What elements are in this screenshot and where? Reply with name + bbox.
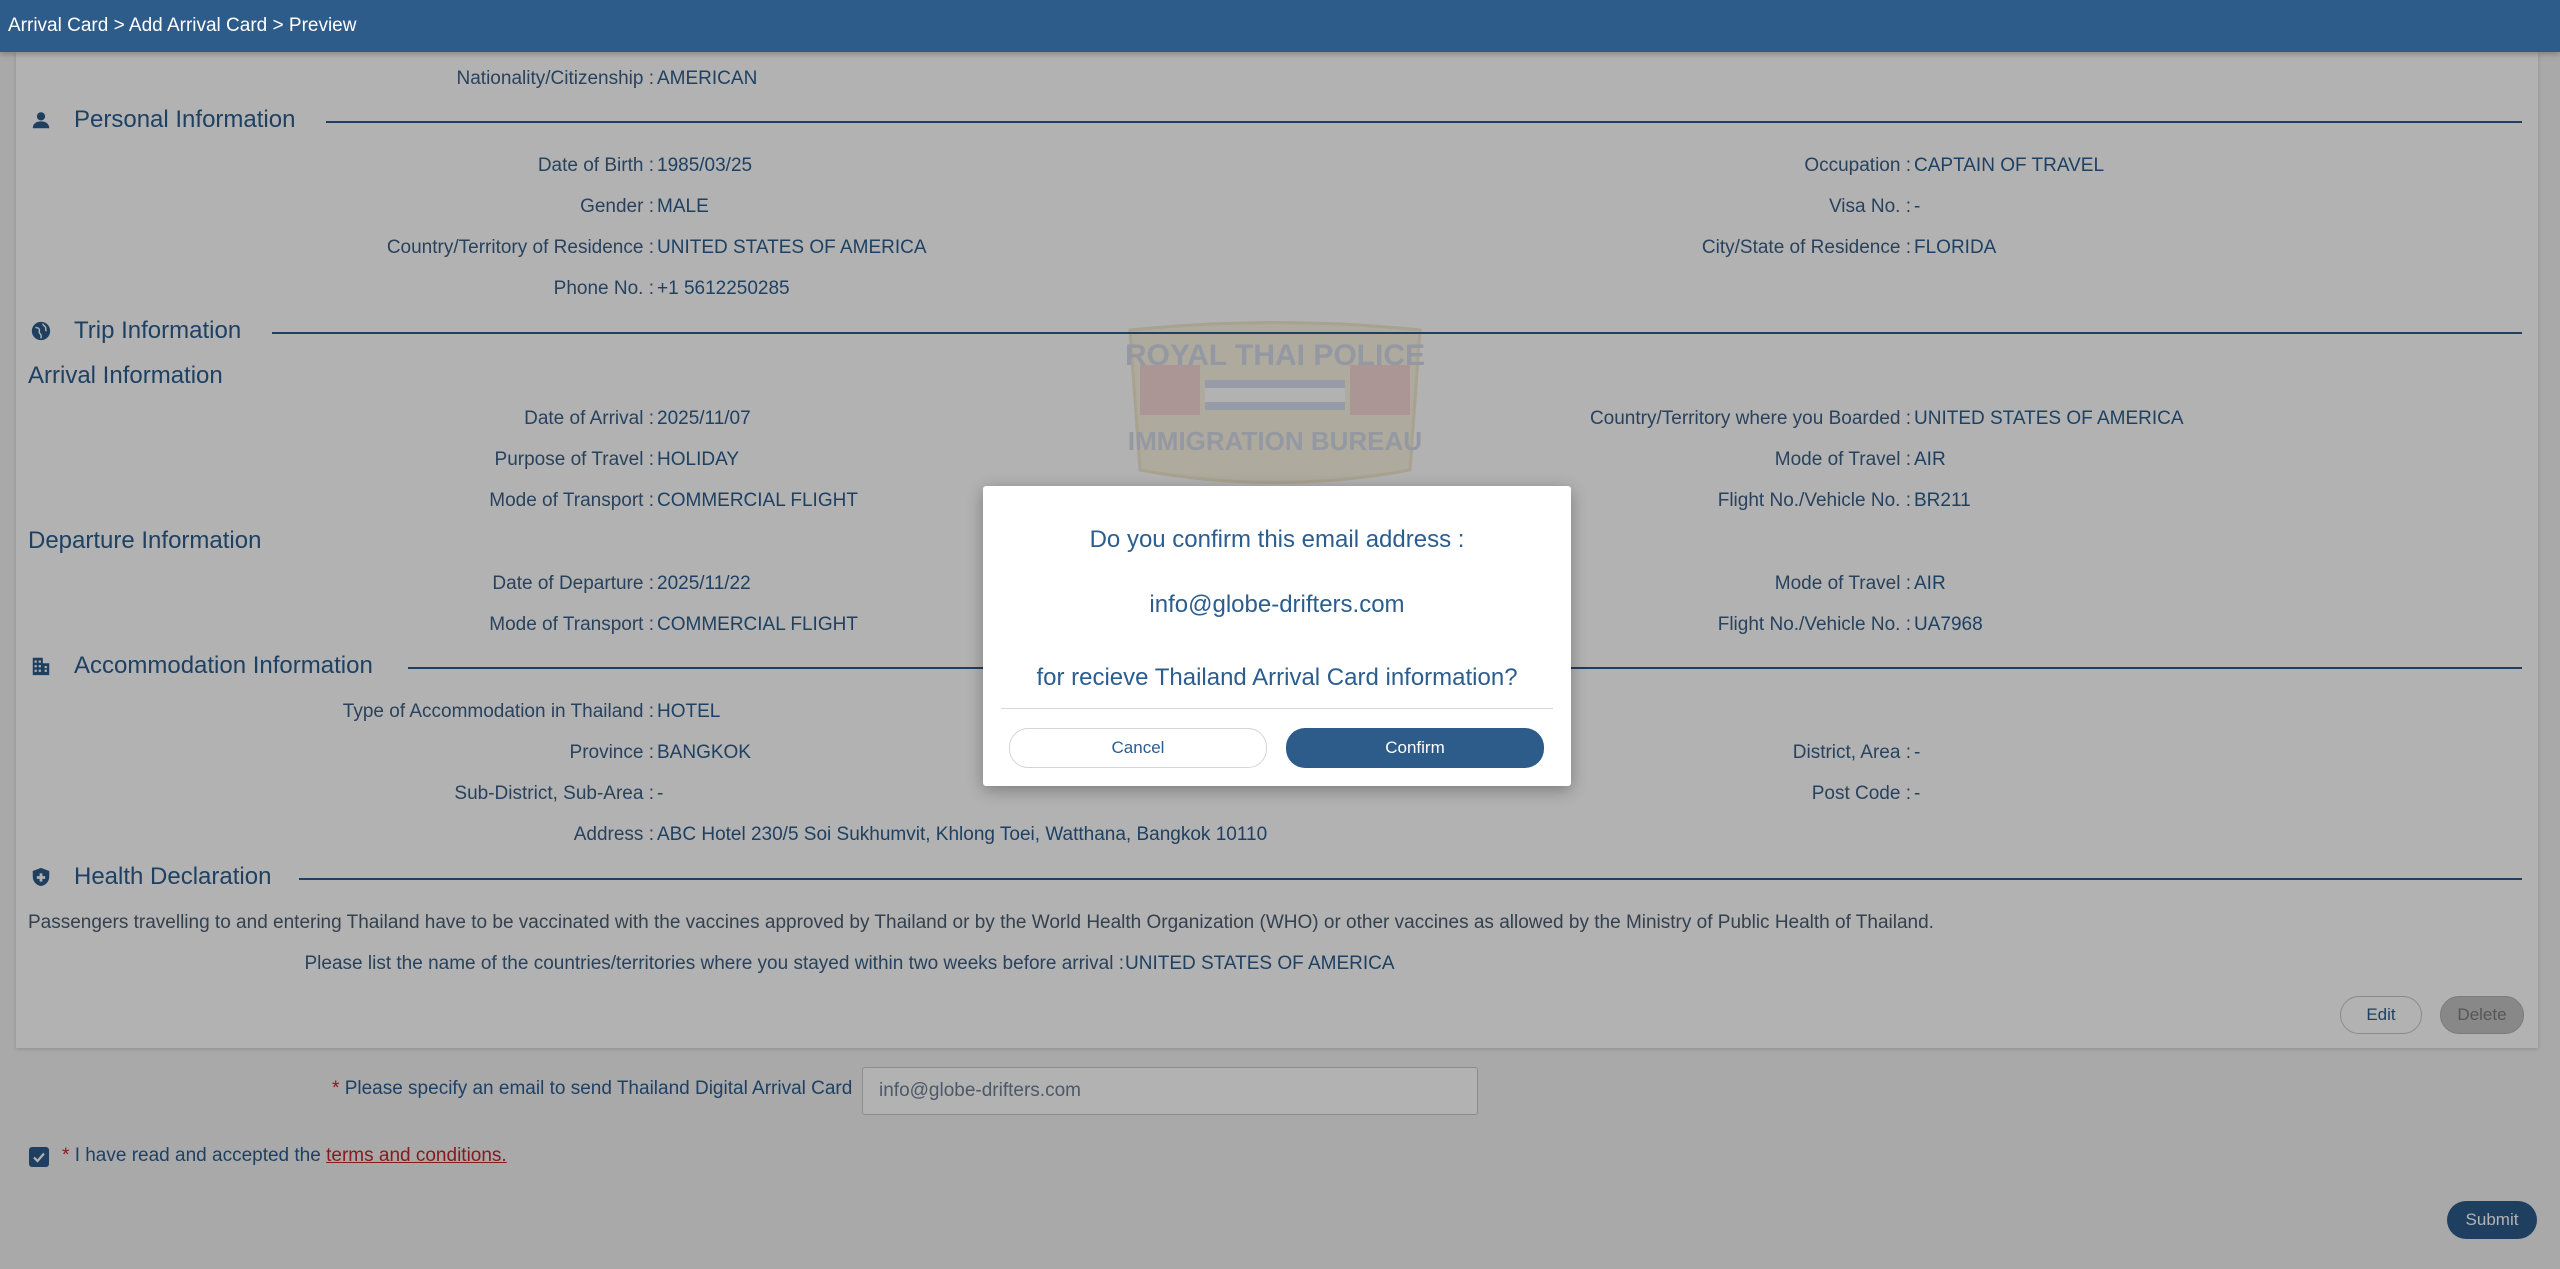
top-bar: Arrival Card > Add Arrival Card > Previe… [0,0,2560,52]
dialog-email: info@globe-drifters.com [1149,591,1405,618]
confirm-button[interactable]: Confirm [1286,728,1544,768]
confirm-email-dialog: Do you confirm this email address : info… [983,486,1571,786]
cancel-button[interactable]: Cancel [1009,728,1267,768]
dialog-question: Do you confirm this email address : [1089,526,1465,553]
breadcrumb: Arrival Card > Add Arrival Card > Previe… [8,15,357,36]
dialog-purpose: for recieve Thailand Arrival Card inform… [1036,664,1518,691]
dialog-divider [1001,708,1553,709]
